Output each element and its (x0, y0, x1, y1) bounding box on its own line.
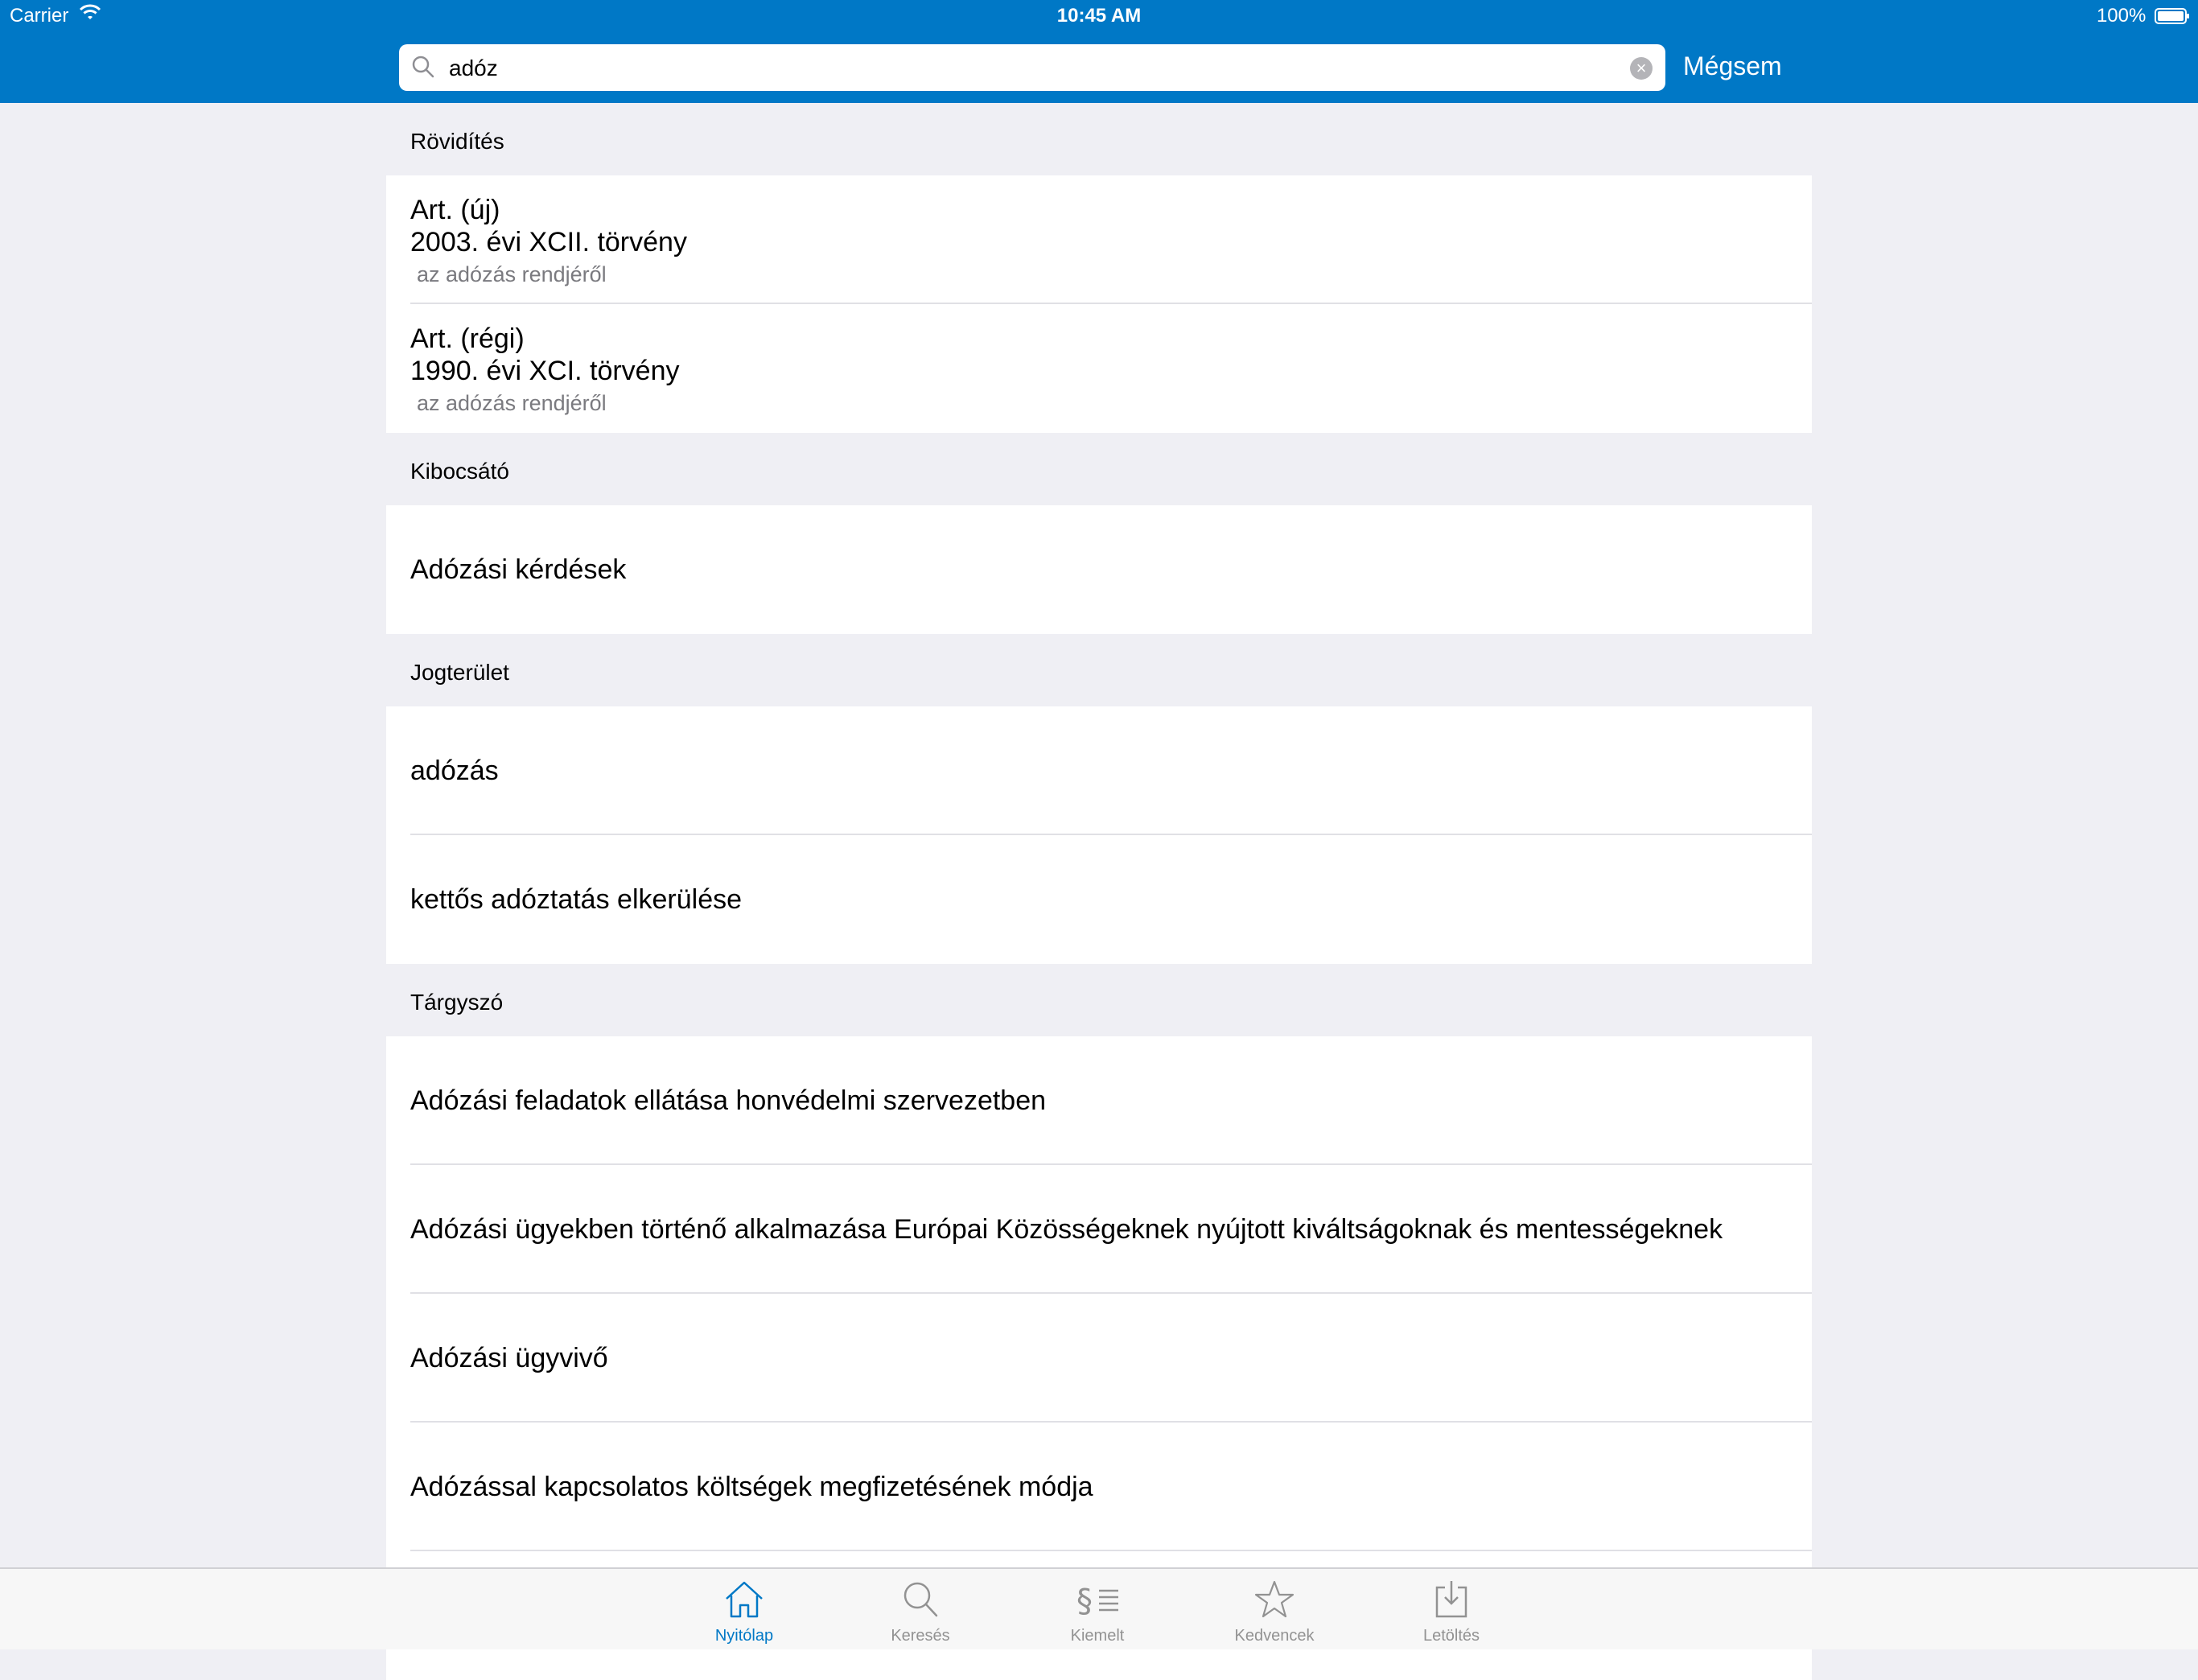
tab-kereses[interactable]: Keresés (856, 1577, 985, 1645)
abbreviation-label: Art. (új) (410, 195, 500, 225)
download-icon (1387, 1577, 1516, 1622)
status-bar: Carrier 10:45 AM 100% (0, 0, 2198, 32)
tab-label: Nyitólap (714, 1627, 774, 1645)
section-header-rovidites: Rövidítés (386, 103, 1812, 175)
list-item[interactable]: kettős adóztatás elkerülése (386, 835, 1812, 964)
law-title: 1990. évi XCI. törvény (410, 356, 680, 386)
tab-label: Letöltés (1422, 1627, 1480, 1645)
tab-label: Kedvencek (1234, 1627, 1315, 1645)
item-label: Adózással kapcsolatos költségek megfizet… (410, 1471, 1093, 1502)
item-label: Adózási feladatok ellátása honvédelmi sz… (410, 1085, 1047, 1116)
section-header-kibocsato: Kibocsátó (386, 433, 1812, 505)
section-header-targyszo: Tárgyszó (386, 964, 1812, 1036)
tab-kedvencek[interactable]: Kedvencek (1210, 1577, 1339, 1645)
section-header-jogterulet: Jogterület (386, 634, 1812, 706)
section-jogterulet: adózás kettős adóztatás elkerülése (386, 706, 1812, 964)
item-label: Adózási ügyekben történő alkalmazása Eur… (410, 1213, 1723, 1245)
search-field[interactable]: × (399, 44, 1665, 91)
section-rovidites: Art. (új) 2003. évi XCII. törvény az adó… (386, 175, 1812, 433)
law-description: az adózás rendjéről (417, 262, 607, 286)
battery-icon (2155, 8, 2189, 24)
law-description: az adózás rendjéről (417, 391, 607, 415)
abbreviation-label: Art. (régi) (410, 323, 525, 354)
item-label: kettős adóztatás elkerülése (410, 883, 743, 915)
tab-label: Keresés (891, 1627, 950, 1645)
battery-percent: 100% (2096, 5, 2147, 27)
item-label: Adózási ügyvivő (410, 1342, 608, 1373)
section-title: Jogterület (410, 660, 509, 685)
tab-bar: Nyitólap Keresés § Kiemelt Kedvencek Let… (0, 1567, 2198, 1649)
list-item[interactable]: adózás (386, 706, 1812, 835)
list-item[interactable]: Adózási feladatok ellátása honvédelmi sz… (386, 1036, 1812, 1165)
law-title: 2003. évi XCII. törvény (410, 227, 687, 257)
paragraph-icon: § (1033, 1577, 1162, 1622)
tab-kiemelt[interactable]: § Kiemelt (1033, 1577, 1162, 1645)
clock-label: 10:45 AM (1056, 5, 1142, 27)
section-title: Rövidítés (410, 129, 504, 154)
item-label: Adózási kérdések (410, 554, 627, 585)
list-item[interactable]: Adózási kérdések (386, 505, 1812, 634)
list-item[interactable]: Adózási ügyvivő (386, 1294, 1812, 1423)
search-icon (856, 1577, 985, 1622)
search-input[interactable] (447, 51, 1609, 86)
search-results-list: Rövidítés Art. (új) 2003. évi XCII. törv… (386, 103, 1812, 1680)
clear-text-icon[interactable]: × (1630, 57, 1653, 80)
section-title: Tárgyszó (410, 990, 504, 1015)
cancel-button[interactable]: Mégsem (1683, 51, 1782, 81)
section-title: Kibocsátó (410, 459, 509, 484)
navigation-bar: Carrier 10:45 AM 100% × M (0, 0, 2198, 103)
item-label: adózás (410, 755, 499, 786)
list-item[interactable]: Art. (új) 2003. évi XCII. törvény az adó… (386, 175, 1812, 304)
list-item[interactable]: Adózással kapcsolatos költségek megfizet… (386, 1423, 1812, 1551)
star-icon (1210, 1577, 1339, 1622)
search-icon (410, 54, 436, 84)
tab-letoltes[interactable]: Letöltés (1387, 1577, 1516, 1645)
tab-label: Kiemelt (1070, 1627, 1125, 1645)
section-kibocsato: Adózási kérdések (386, 505, 1812, 634)
battery-label: 100% (2097, 5, 2190, 27)
home-icon (680, 1577, 809, 1622)
list-item[interactable]: Art. (régi) 1990. évi XCI. törvény az ad… (386, 304, 1812, 433)
tab-nyitolap[interactable]: Nyitólap (680, 1577, 809, 1645)
svg-text:§: § (1076, 1583, 1093, 1620)
list-item[interactable]: Adózási ügyekben történő alkalmazása Eur… (386, 1165, 1812, 1294)
